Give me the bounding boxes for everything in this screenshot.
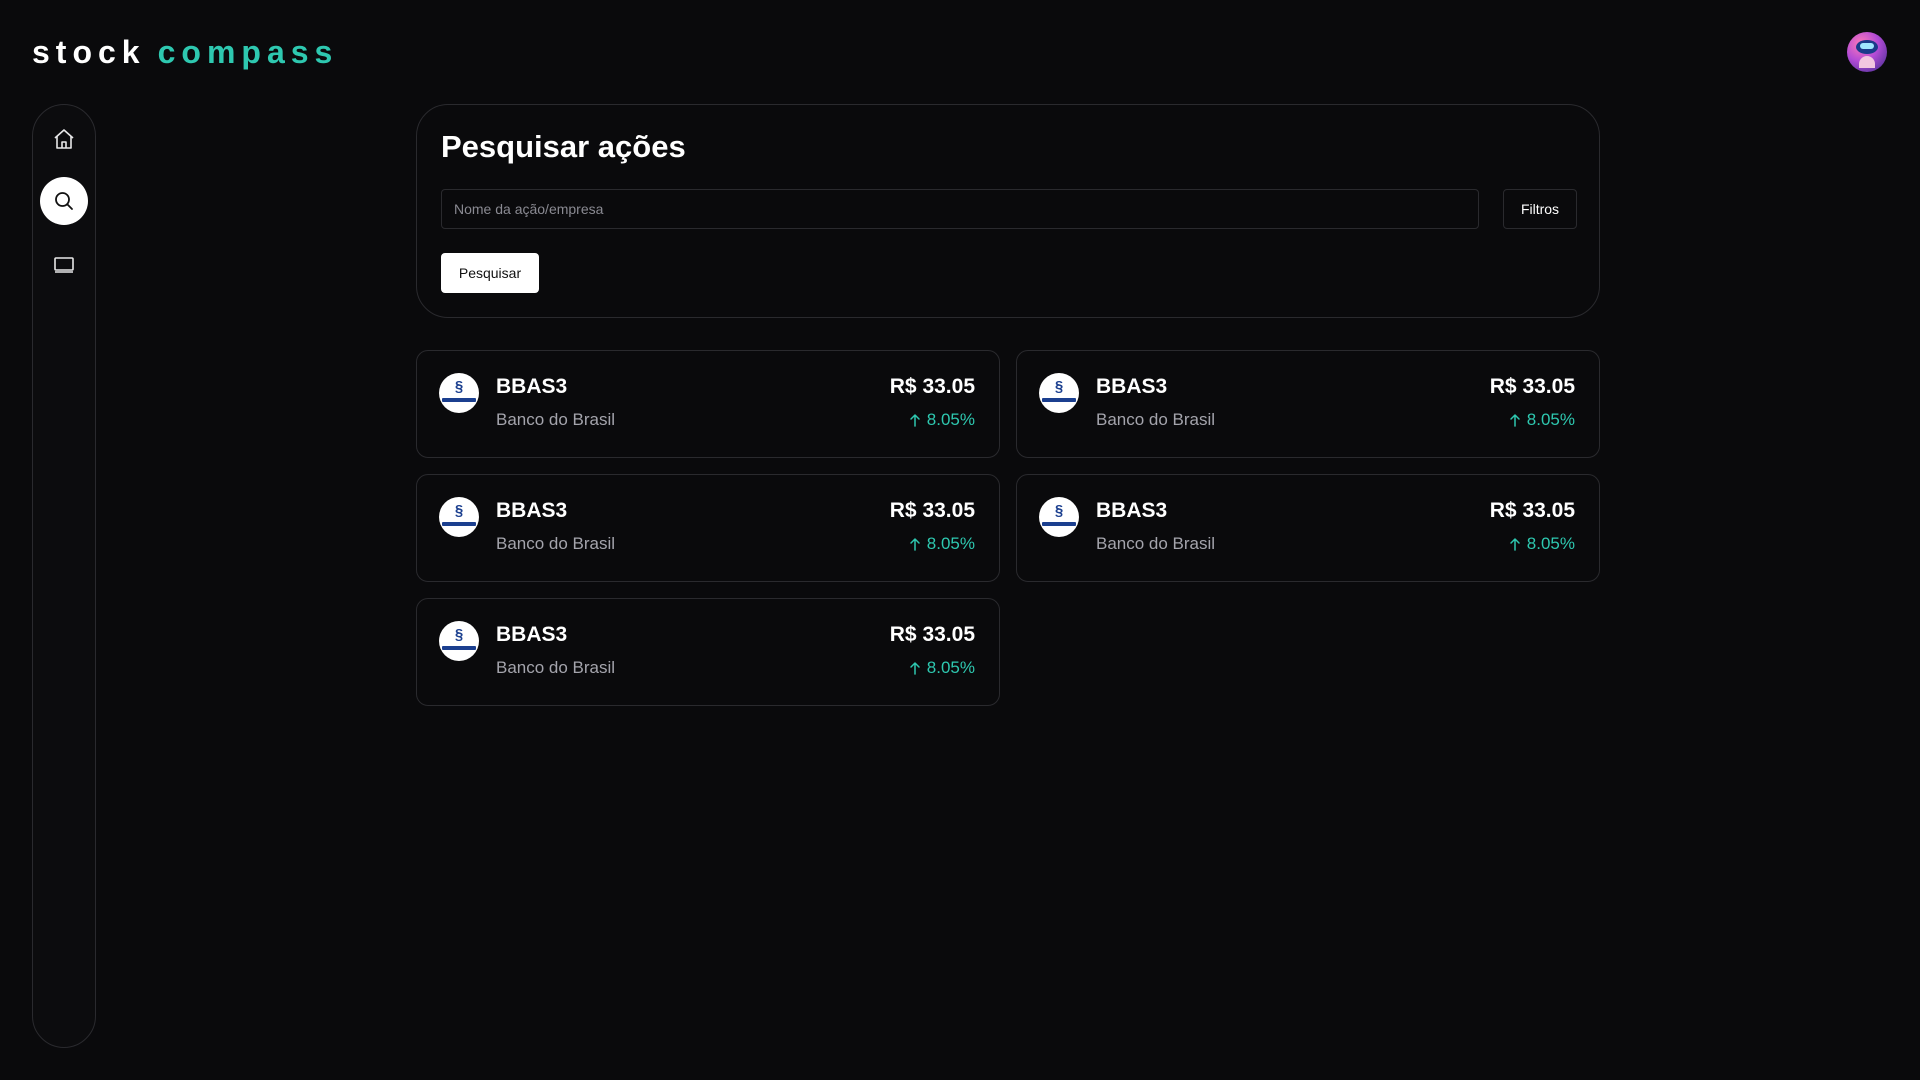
stock-company: Banco do Brasil [496,410,616,429]
bank-logo-icon: § [439,497,479,537]
stock-ticker: BBAS3 [496,499,568,522]
sidebar-item-monitor[interactable] [40,241,88,289]
stock-change: 8.05% [909,410,975,430]
bank-logo-icon: § [1039,497,1079,537]
stock-company: Banco do Brasil [496,534,616,553]
search-panel: Pesquisar ações Filtros Pesquisar [416,104,1600,318]
stock-price: R$ 33.05 [889,375,975,398]
stock-company: Banco do Brasil [1096,534,1216,553]
bank-logo-icon: § [1039,373,1079,413]
stock-change: 8.05% [909,658,975,678]
search-icon [55,192,73,210]
arrow-up-icon [910,661,920,675]
stock-change-value: 8.05% [1526,410,1575,429]
stock-card[interactable]: § BBAS3 Banco do Brasil R$ 33.05 8.05% [416,598,1000,706]
stock-change: 8.05% [1509,410,1575,430]
stock-change-value: 8.05% [926,534,975,553]
logo-word-stock: stock [32,34,146,70]
arrow-up-icon [1510,537,1520,551]
stock-price: R$ 33.05 [889,499,975,522]
user-avatar[interactable] [1847,32,1887,72]
page-title: Pesquisar ações [441,129,686,164]
stock-price: R$ 33.05 [1489,375,1575,398]
stock-ticker: BBAS3 [1096,375,1168,398]
stock-card[interactable]: § BBAS3 Banco do Brasil R$ 33.05 8.05% [1016,474,1600,582]
sidebar-item-home[interactable] [40,115,88,163]
filters-button[interactable]: Filtros [1503,189,1577,229]
stock-change-value: 8.05% [1526,534,1575,553]
app-logo[interactable]: stock compass [32,34,338,71]
stock-ticker: BBAS3 [1096,499,1168,522]
search-button[interactable]: Pesquisar [441,253,539,293]
stock-change: 8.05% [909,534,975,554]
monitor-icon [54,257,74,273]
sidebar [32,104,96,1048]
logo-word-compass: compass [157,34,339,70]
stock-ticker: BBAS3 [496,623,568,646]
sidebar-item-search[interactable] [40,177,88,225]
stock-card[interactable]: § BBAS3 Banco do Brasil R$ 33.05 8.05% [1016,350,1600,458]
stock-company: Banco do Brasil [1096,410,1216,429]
arrow-up-icon [910,413,920,427]
stock-card[interactable]: § BBAS3 Banco do Brasil R$ 33.05 8.05% [416,350,1000,458]
search-input[interactable] [441,189,1479,229]
stock-company: Banco do Brasil [496,658,616,677]
home-icon [54,129,74,149]
arrow-up-icon [910,537,920,551]
stock-price: R$ 33.05 [1489,499,1575,522]
stock-ticker: BBAS3 [496,375,568,398]
stock-change: 8.05% [1509,534,1575,554]
stock-price: R$ 33.05 [889,623,975,646]
stock-change-value: 8.05% [926,410,975,429]
stock-change-value: 8.05% [926,658,975,677]
stock-card[interactable]: § BBAS3 Banco do Brasil R$ 33.05 8.05% [416,474,1000,582]
bank-logo-icon: § [439,621,479,661]
bank-logo-icon: § [439,373,479,413]
arrow-up-icon [1510,413,1520,427]
